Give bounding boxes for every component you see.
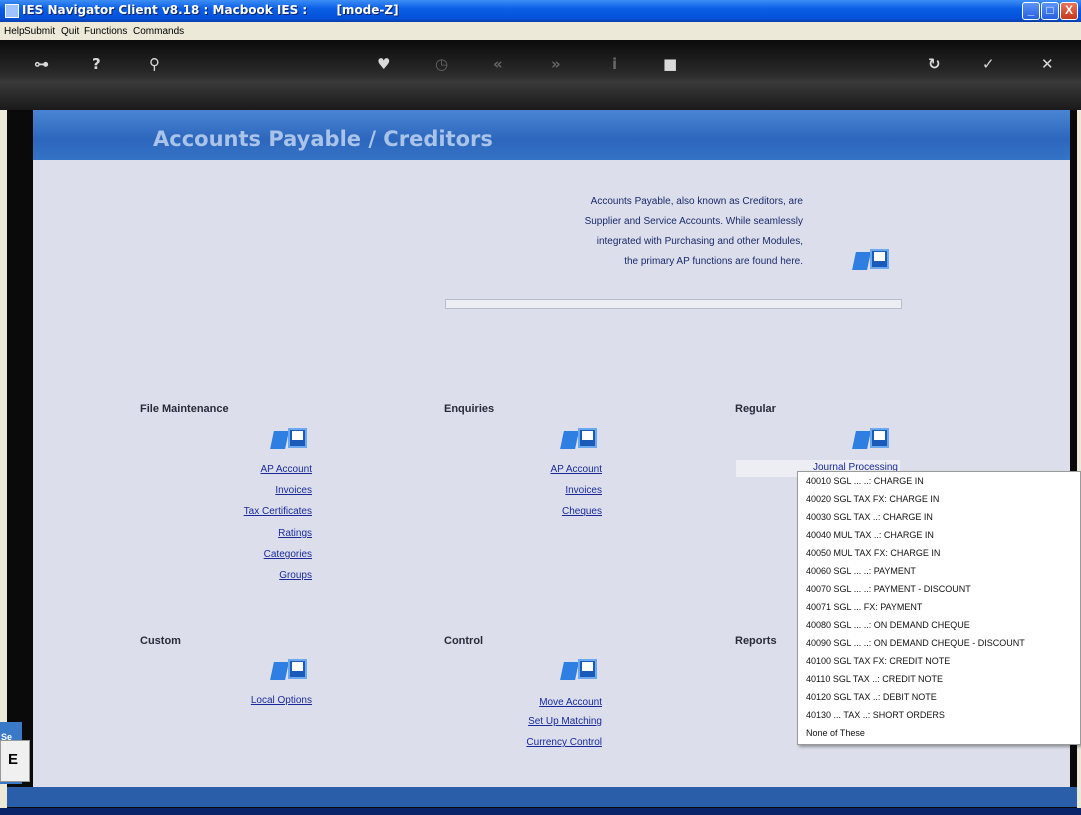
menu-functions[interactable]: Functions — [84, 26, 127, 37]
menu-item-40030[interactable]: 40030 SGL TAX ..: CHARGE IN — [798, 508, 1080, 526]
page-title: Accounts Payable / Creditors — [153, 127, 493, 151]
menu-bar: Help Submit Quit Functions Commands — [0, 22, 1081, 40]
link-move-account[interactable]: Move Account — [539, 697, 602, 708]
intro-text: Accounts Payable, also known as Creditor… — [473, 192, 803, 272]
link-fm-ap-account[interactable]: AP Account — [260, 464, 312, 475]
menu-item-40120[interactable]: 40120 SGL TAX ..: DEBIT NOTE — [798, 688, 1080, 706]
menu-item-none[interactable]: None of These — [798, 724, 1080, 742]
forward-icon[interactable]: » — [551, 55, 561, 73]
link-fm-tax-certificates[interactable]: Tax Certificates — [244, 506, 312, 517]
section-title-custom: Custom — [140, 635, 181, 647]
menu-item-40071[interactable]: 40071 SGL ... FX: PAYMENT — [798, 598, 1080, 616]
menu-item-40070[interactable]: 40070 SGL ... ..: PAYMENT - DISCOUNT — [798, 580, 1080, 598]
regular-icon[interactable] — [852, 427, 889, 451]
app-icon — [5, 4, 19, 18]
menu-submit[interactable]: Submit — [24, 26, 55, 37]
side-panel-label: E — [8, 751, 19, 768]
clock-icon[interactable]: ◷ — [435, 55, 448, 73]
intro-line: Accounts Payable, also known as Creditor… — [590, 196, 803, 207]
bottom-border — [0, 808, 1081, 815]
menu-item-40130[interactable]: 40130 ... TAX ..: SHORT ORDERS — [798, 706, 1080, 724]
enquiries-icon[interactable] — [560, 427, 597, 451]
menu-quit[interactable]: Quit — [61, 26, 79, 37]
intro-line: integrated with Purchasing and other Mod… — [596, 236, 803, 247]
side-panel[interactable]: E — [0, 740, 30, 782]
menu-item-40110[interactable]: 40110 SGL TAX ..: CREDIT NOTE — [798, 670, 1080, 688]
link-enq-invoices[interactable]: Invoices — [565, 485, 602, 496]
intro-divider — [445, 299, 902, 309]
section-title-reports: Reports — [735, 635, 777, 647]
menu-help[interactable]: Help — [4, 26, 25, 37]
link-fm-ratings[interactable]: Ratings — [278, 528, 312, 539]
custom-icon[interactable] — [270, 658, 307, 682]
page-header: Accounts Payable / Creditors — [33, 110, 1070, 160]
intro-module-icon — [852, 248, 889, 272]
menu-item-40090[interactable]: 40090 SGL ... ..: ON DEMAND CHEQUE - DIS… — [798, 634, 1080, 652]
menu-item-40020[interactable]: 40020 SGL TAX FX: CHARGE IN — [798, 490, 1080, 508]
section-title-regular: Regular — [735, 403, 776, 415]
link-currency-control[interactable]: Currency Control — [526, 737, 602, 748]
link-enq-ap-account[interactable]: AP Account — [550, 464, 602, 475]
control-icon[interactable] — [560, 658, 597, 682]
menu-item-40100[interactable]: 40100 SGL TAX FX: CREDIT NOTE — [798, 652, 1080, 670]
rewind-icon[interactable]: « — [493, 55, 503, 73]
info-icon[interactable]: i — [612, 55, 617, 73]
link-local-options[interactable]: Local Options — [251, 695, 312, 706]
menu-item-40080[interactable]: 40080 SGL ... ..: ON DEMAND CHEQUE — [798, 616, 1080, 634]
intro-line: the primary AP functions are found here. — [624, 256, 803, 267]
cancel-icon[interactable]: ✕ — [1041, 55, 1054, 73]
window-title: IES Navigator Client v8.18 : Macbook IES… — [22, 3, 399, 17]
menu-item-40040[interactable]: 40040 MUL TAX ..: CHARGE IN — [798, 526, 1080, 544]
menu-item-40060[interactable]: 40060 SGL ... ..: PAYMENT — [798, 562, 1080, 580]
menu-item-40050[interactable]: 40050 MUL TAX FX: CHARGE IN — [798, 544, 1080, 562]
intro-line: Supplier and Service Accounts. While sea… — [584, 216, 803, 227]
section-title-control: Control — [444, 635, 484, 647]
menu-commands[interactable]: Commands — [133, 26, 184, 37]
help-icon[interactable]: ? — [92, 55, 101, 73]
title-bar: IES Navigator Client v8.18 : Macbook IES… — [0, 0, 1081, 22]
close-button[interactable]: X — [1060, 2, 1078, 20]
link-fm-categories[interactable]: Categories — [264, 549, 312, 560]
section-title-enquiries: Enquiries — [444, 403, 495, 415]
link-set-up-matching[interactable]: Set Up Matching — [528, 716, 602, 727]
ok-icon[interactable]: ✓ — [982, 55, 995, 73]
menu-item-40010[interactable]: 40010 SGL ... ..: CHARGE IN — [798, 472, 1080, 490]
link-enq-cheques[interactable]: Cheques — [562, 506, 602, 517]
link-fm-groups[interactable]: Groups — [279, 570, 312, 581]
key-icon[interactable]: ⊶ — [34, 55, 49, 73]
search-icon[interactable]: ⚲ — [149, 55, 160, 73]
journal-type-menu: 40010 SGL ... ..: CHARGE IN 40020 SGL TA… — [797, 471, 1081, 745]
toolbar: ⊶ ? ⚲ ♥ ◷ « » i ■ ↻ ✓ ✕ — [0, 40, 1081, 110]
file-maintenance-icon[interactable] — [270, 427, 307, 451]
minimize-button[interactable]: _ — [1022, 2, 1040, 20]
section-title-file-maintenance: File Maintenance — [140, 403, 229, 415]
stop-icon[interactable]: ■ — [663, 55, 677, 73]
link-fm-invoices[interactable]: Invoices — [275, 485, 312, 496]
refresh-icon[interactable]: ↻ — [928, 55, 941, 73]
maximize-button[interactable]: □ — [1041, 2, 1059, 20]
status-strip — [7, 787, 1077, 807]
application-window: IES Navigator Client v8.18 : Macbook IES… — [0, 0, 1081, 815]
heart-icon[interactable]: ♥ — [377, 55, 390, 73]
